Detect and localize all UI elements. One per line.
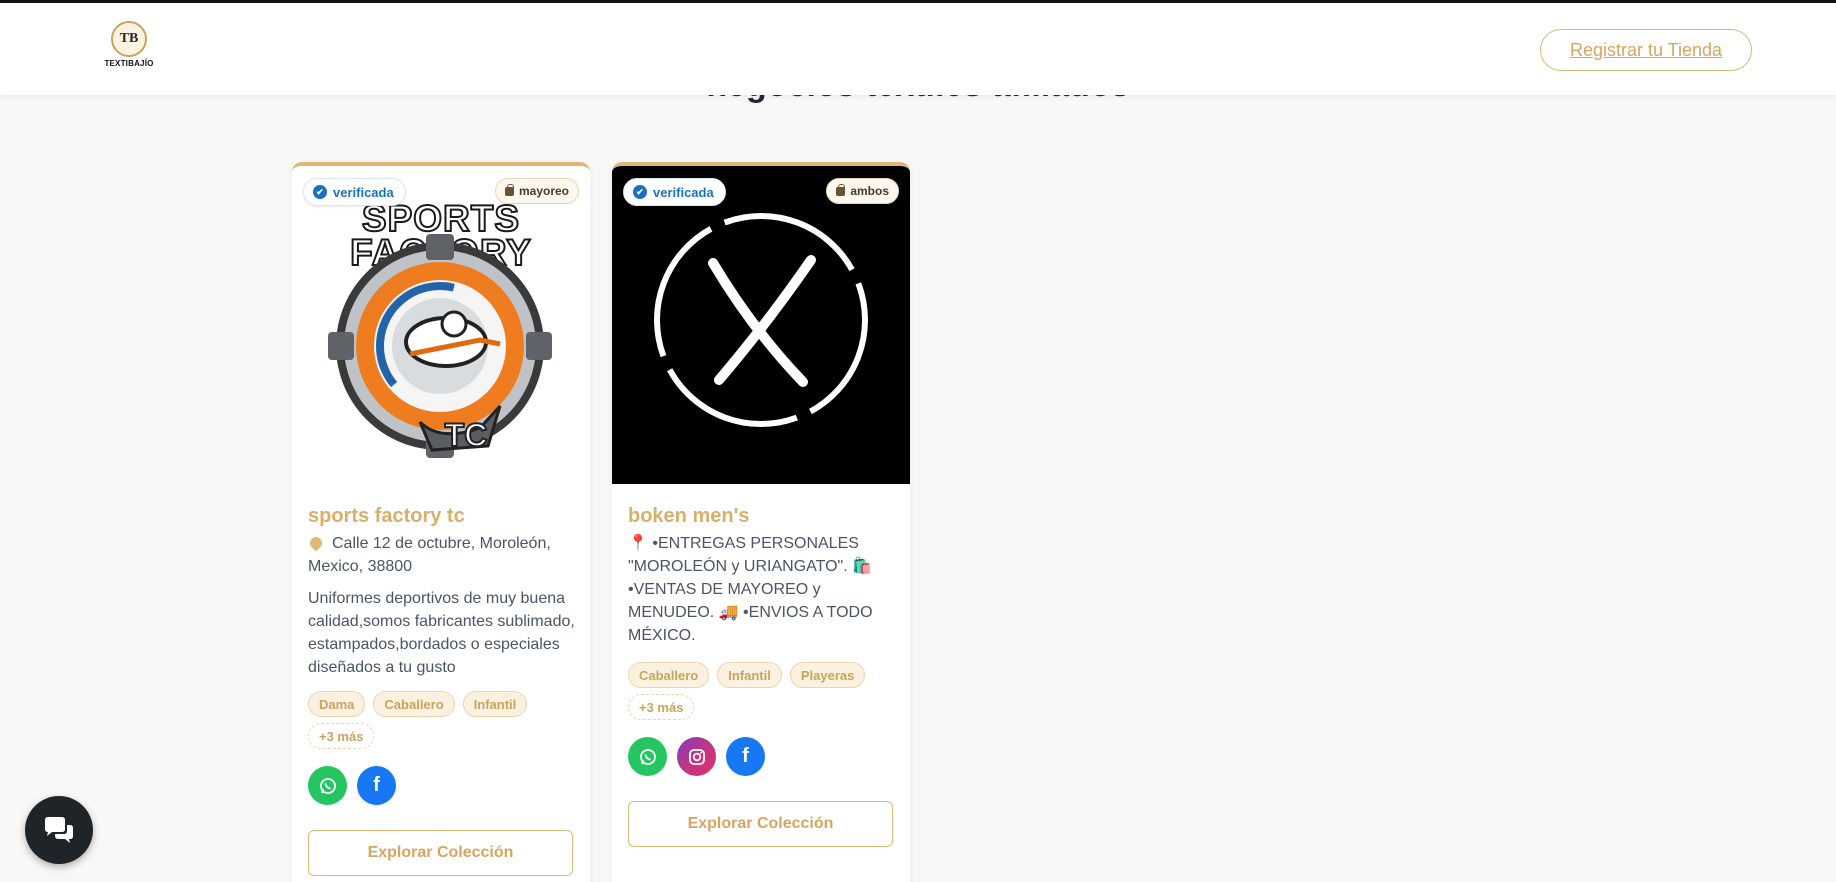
store-type-badge: mayoreo	[494, 178, 579, 204]
social-links: f	[628, 737, 765, 776]
x-circle-logo-graphic	[654, 213, 868, 427]
verified-badge: ✔ verificada	[623, 178, 726, 206]
location-pin-icon	[307, 534, 325, 552]
store-type-badge: ambos	[826, 178, 899, 204]
store-address: Calle 12 de octubre, Moroleón, Mexico, 3…	[307, 532, 578, 578]
logo-monogram: TB	[111, 21, 147, 57]
top-border	[0, 0, 1836, 3]
category-tag[interactable]: Infantil	[717, 662, 782, 688]
whatsapp-icon[interactable]	[308, 766, 347, 805]
category-tag[interactable]: Playeras	[789, 662, 866, 688]
store-description: 📍 •ENTREGAS PERSONALES "MOROLEÓN y URIAN…	[628, 535, 873, 644]
logo-text: TEXTIBAJÍO	[104, 59, 154, 68]
category-tag[interactable]: Infantil	[462, 691, 528, 717]
store-card: SPORTS FACTORY TC	[292, 162, 590, 882]
explore-collection-button[interactable]: Explorar Colección	[628, 801, 893, 847]
site-logo[interactable]: TB TEXTIBAJÍO	[100, 21, 158, 79]
store-logo-image[interactable]: ✔ verificada ambos	[612, 166, 910, 484]
register-store-button[interactable]: Registrar tu Tienda	[1540, 29, 1752, 71]
category-tags: Caballero Infantil Playeras +3 más	[628, 662, 898, 720]
verified-label: verificada	[333, 184, 394, 200]
instagram-icon[interactable]	[677, 737, 716, 776]
verified-label: verificada	[653, 184, 714, 200]
logo-tagline-line	[100, 68, 158, 73]
verified-badge: ✔ verificada	[303, 178, 406, 206]
store-address-text: Calle 12 de octubre, Moroleón, Mexico, 3…	[308, 535, 551, 575]
store-type-label: mayoreo	[518, 184, 569, 198]
category-tag[interactable]: Dama	[308, 691, 366, 717]
category-tag[interactable]: Caballero	[628, 662, 710, 688]
category-tag[interactable]: Caballero	[373, 691, 455, 717]
chat-bubbles-icon	[45, 817, 73, 843]
store-name[interactable]: sports factory tc	[308, 505, 465, 528]
category-tags: Dama Caballero Infantil +3 más	[308, 691, 578, 749]
whatsapp-icon[interactable]	[628, 737, 667, 776]
store-logo-image[interactable]: SPORTS FACTORY TC	[292, 166, 590, 484]
gear-logo-graphic: TC	[328, 234, 552, 458]
store-name[interactable]: boken men's	[628, 505, 749, 528]
chat-button[interactable]	[25, 796, 93, 864]
facebook-icon[interactable]: f	[726, 737, 765, 776]
bag-icon	[836, 183, 846, 196]
explore-collection-button[interactable]: Explorar Colección	[308, 830, 573, 876]
bag-icon	[504, 183, 514, 196]
site-header: TB TEXTIBAJÍO Registrar tu Tienda	[0, 3, 1836, 95]
store-type-label: ambos	[850, 184, 889, 198]
social-links: f	[308, 766, 396, 805]
facebook-icon[interactable]: f	[357, 766, 396, 805]
verified-check-icon: ✔	[313, 185, 327, 199]
more-tags[interactable]: +3 más	[308, 723, 375, 749]
store-card: ✔ verificada ambos boken men's 📍 •ENTREG…	[612, 162, 910, 882]
verified-check-icon: ✔	[633, 185, 647, 199]
svg-text:TC: TC	[445, 417, 488, 453]
store-description: Uniformes deportivos de muy buena calida…	[308, 590, 575, 676]
more-tags[interactable]: +3 más	[628, 694, 695, 720]
